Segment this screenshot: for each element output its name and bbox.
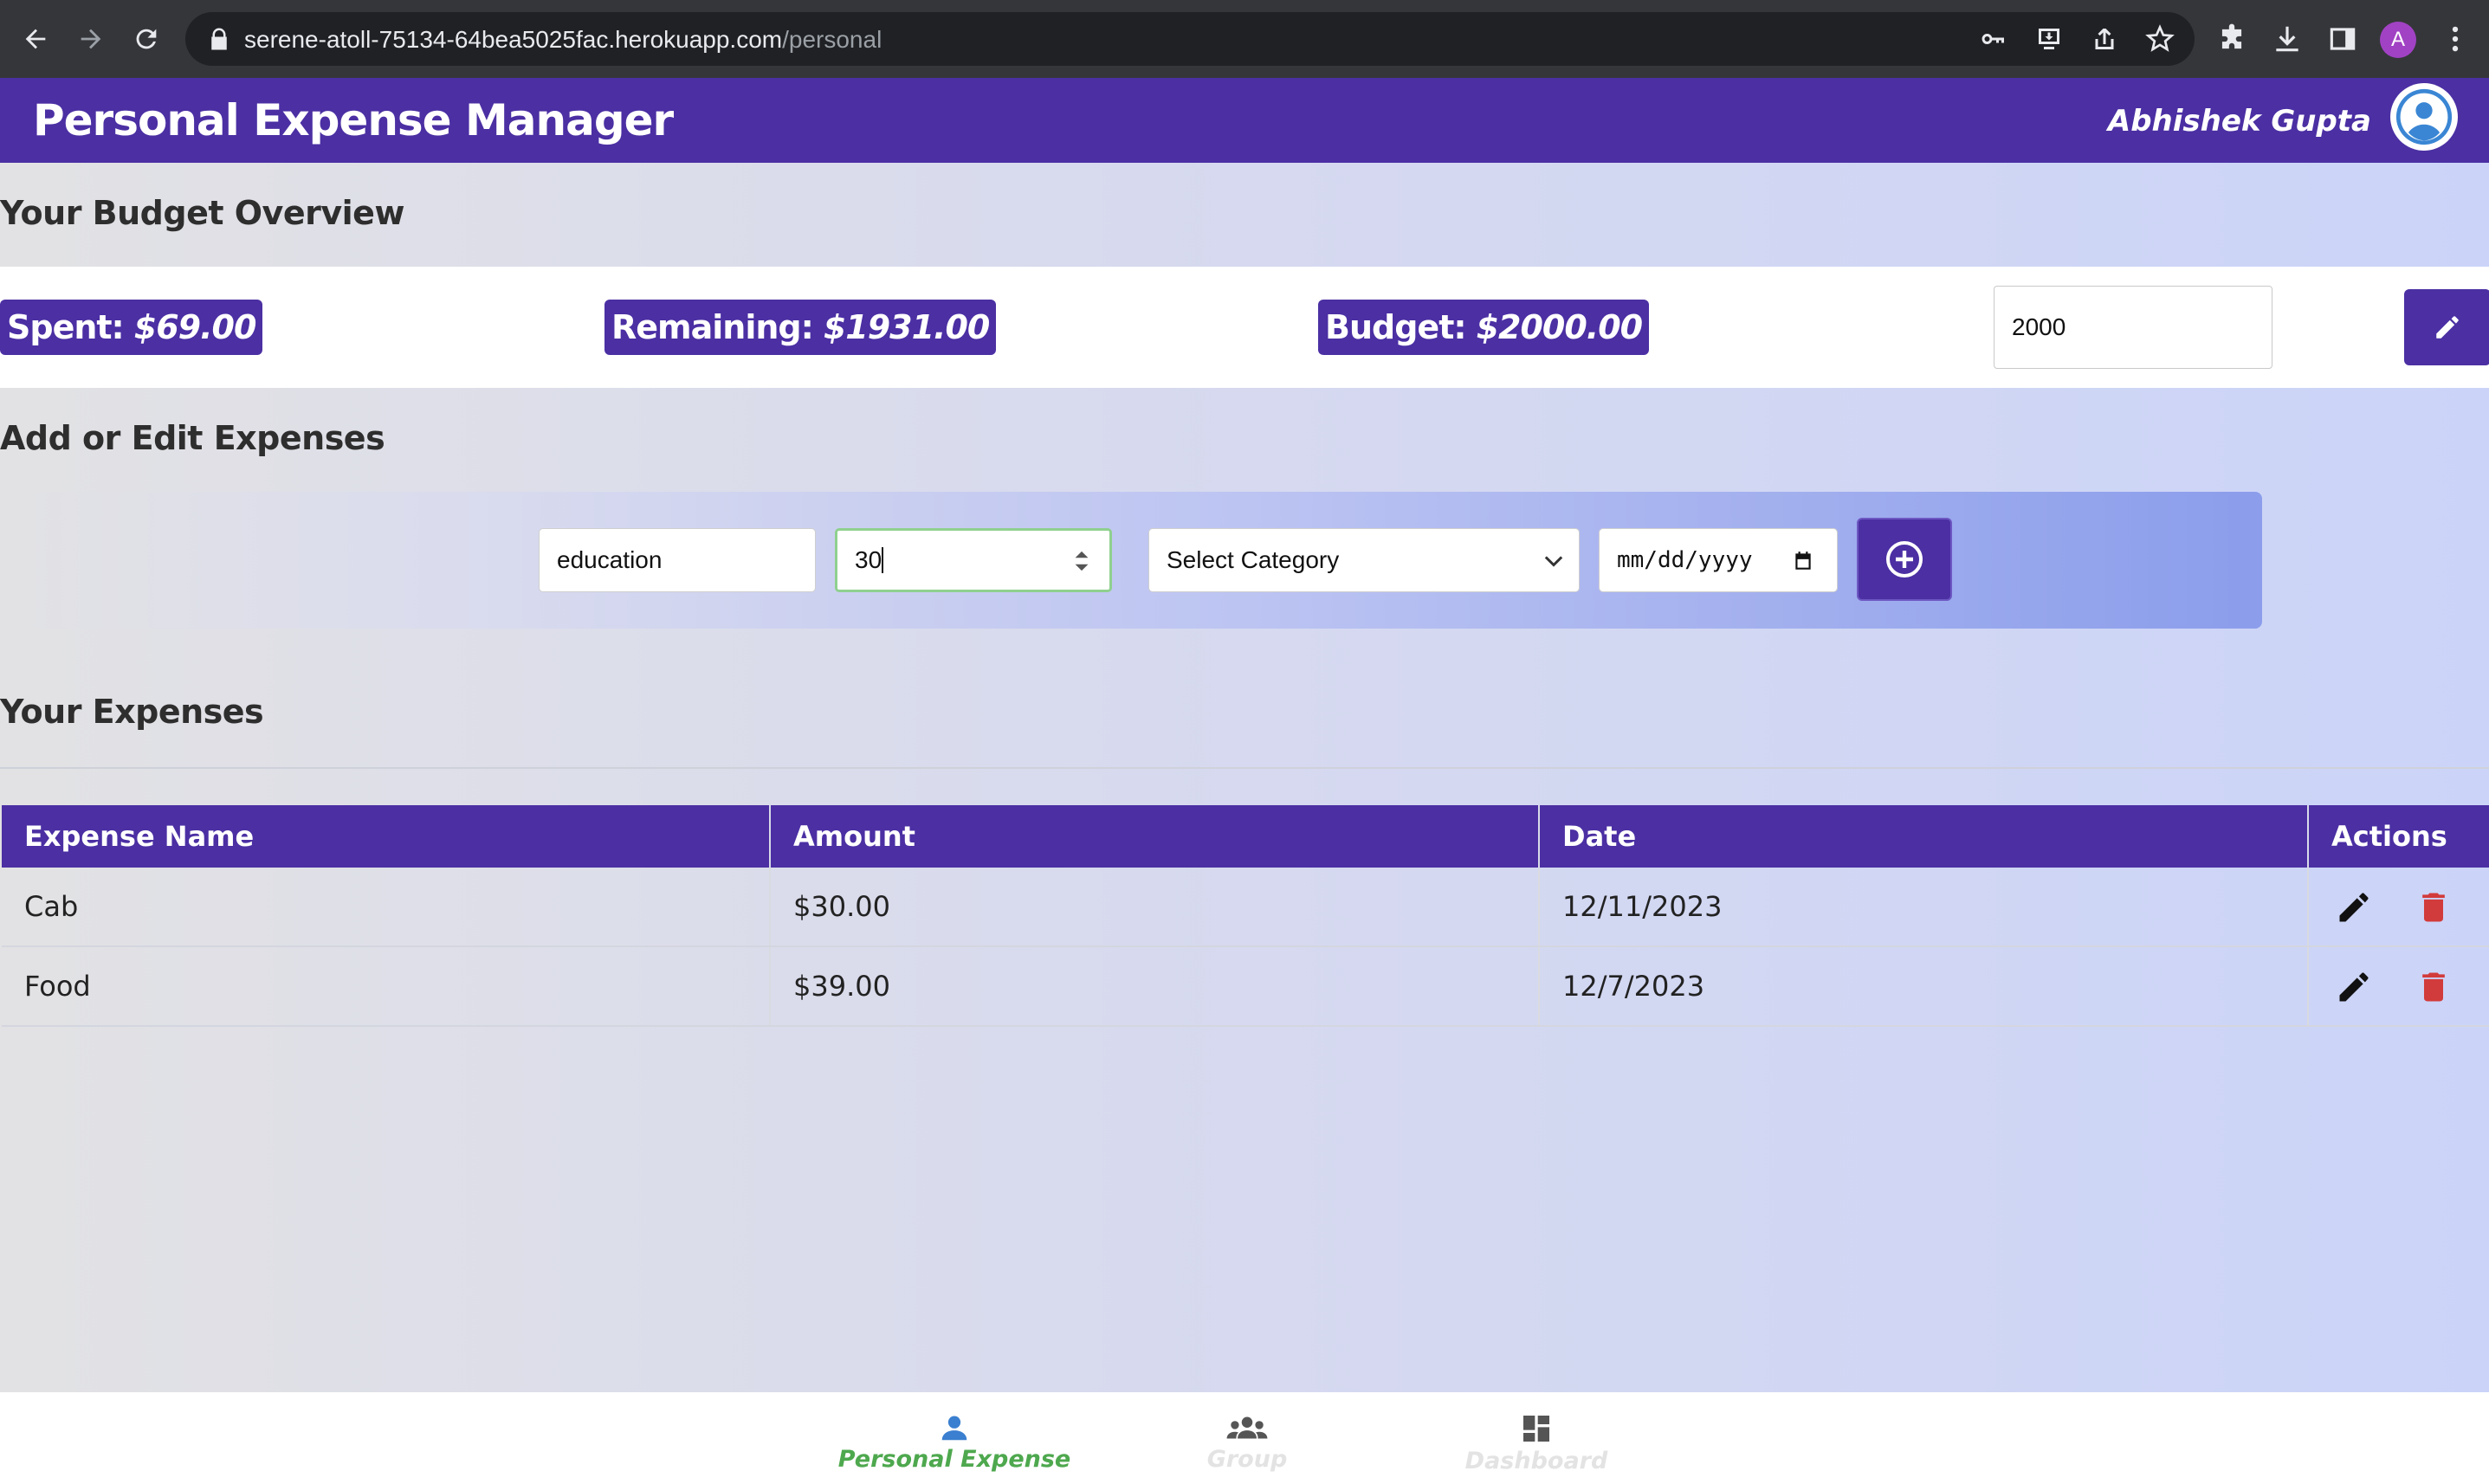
- table-header: Expense Name Amount Date Actions: [2, 805, 2489, 868]
- nav-label: Dashboard: [1464, 1448, 1608, 1474]
- text-cursor: [882, 547, 884, 573]
- nav-label: Personal Expense: [837, 1446, 1071, 1473]
- user-avatar-icon[interactable]: [2390, 83, 2458, 151]
- url-text: serene-atoll-75134-64bea5025fac.herokuap…: [244, 26, 882, 54]
- col-amount: Amount: [771, 805, 1540, 868]
- date-cell: 12/7/2023: [1540, 947, 2309, 1025]
- chevron-down-icon: [1544, 556, 1563, 567]
- category-select[interactable]: Select Category: [1148, 528, 1580, 592]
- app-header: Personal Expense Manager Abhishek Gupta: [0, 78, 2489, 163]
- key-icon[interactable]: [1978, 23, 2009, 55]
- user-name[interactable]: Abhishek Gupta: [2108, 104, 2371, 139]
- address-bar[interactable]: serene-atoll-75134-64bea5025fac.herokuap…: [185, 12, 2195, 66]
- amount-value: 30: [855, 546, 882, 573]
- browser-toolbar: serene-atoll-75134-64bea5025fac.herokuap…: [0, 0, 2489, 78]
- expense-name-input[interactable]: education: [539, 528, 816, 592]
- group-icon: [1226, 1416, 1268, 1439]
- expense-form: education 30 Select Category mm/dd/yyyy: [0, 492, 2262, 629]
- remaining-badge: Remaining: $1931.00: [604, 300, 997, 355]
- trash-icon[interactable]: [2415, 968, 2453, 1006]
- remaining-label: Remaining:: [611, 308, 814, 346]
- amount-cell: $39.00: [771, 947, 1540, 1025]
- edit-budget-button[interactable]: [2404, 289, 2489, 365]
- plus-circle-icon: [1886, 541, 1923, 577]
- star-icon[interactable]: [2144, 23, 2175, 55]
- download-icon[interactable]: [2271, 23, 2304, 55]
- trash-icon[interactable]: [2415, 888, 2453, 926]
- lock-icon: [211, 28, 227, 50]
- person-icon: [941, 1416, 967, 1441]
- reload-icon[interactable]: [126, 19, 166, 59]
- budget-badge: Budget: $2000.00: [1318, 300, 1650, 355]
- form-section-title: Add or Edit Expenses: [0, 419, 385, 457]
- add-expense-button[interactable]: [1857, 518, 1952, 601]
- section-divider: [0, 767, 2489, 769]
- calendar-icon[interactable]: [1792, 550, 1814, 572]
- bottom-nav: Personal Expense Group Dashboard: [0, 1392, 2489, 1484]
- table-row: Food $39.00 12/7/2023: [2, 947, 2489, 1027]
- extensions-icon[interactable]: [2215, 23, 2248, 55]
- actions-cell: [2309, 868, 2489, 945]
- menu-icon[interactable]: [2439, 23, 2472, 55]
- col-date: Date: [1540, 805, 2309, 868]
- forward-icon[interactable]: [71, 19, 111, 59]
- spent-value: $69.00: [133, 308, 257, 346]
- actions-cell: [2309, 947, 2489, 1025]
- budget-value: $2000.00: [1476, 308, 1644, 346]
- dashboard-icon: [1523, 1416, 1549, 1442]
- date-placeholder: mm/dd/yyyy: [1617, 547, 1753, 573]
- nav-dashboard[interactable]: Dashboard: [1441, 1392, 1632, 1484]
- profile-avatar[interactable]: A: [2380, 22, 2416, 58]
- budget-input[interactable]: [1994, 286, 2272, 369]
- table-row: Cab $30.00 12/11/2023: [2, 868, 2489, 947]
- pencil-icon: [2436, 316, 2459, 339]
- nav-label: Group: [1206, 1446, 1288, 1473]
- expenses-section-title: Your Expenses: [0, 693, 264, 731]
- col-actions: Actions: [2331, 820, 2447, 853]
- back-icon[interactable]: [16, 19, 55, 59]
- budget-section-title: Your Budget Overview: [0, 194, 405, 232]
- edit-pencil-icon[interactable]: [2335, 888, 2373, 926]
- nav-group[interactable]: Group: [1152, 1392, 1342, 1484]
- side-panel-icon[interactable]: [2326, 23, 2359, 55]
- nav-personal-expense[interactable]: Personal Expense: [833, 1392, 1076, 1484]
- share-icon[interactable]: [2089, 23, 2120, 55]
- date-input[interactable]: mm/dd/yyyy: [1599, 528, 1838, 592]
- install-icon[interactable]: [2033, 23, 2065, 55]
- edit-pencil-icon[interactable]: [2335, 968, 2373, 1006]
- stepper-icon[interactable]: [1073, 550, 1090, 572]
- expense-name-cell: Food: [2, 947, 771, 1025]
- amount-input[interactable]: 30: [835, 528, 1112, 592]
- category-value: Select Category: [1167, 546, 1340, 573]
- url-path: /personal: [782, 26, 882, 53]
- col-expense-name: Expense Name: [2, 805, 771, 868]
- budget-label: Budget:: [1325, 308, 1467, 346]
- expense-name-cell: Cab: [2, 868, 771, 945]
- amount-cell: $30.00: [771, 868, 1540, 945]
- budget-overview: Spent: $69.00 Remaining: $1931.00 Budget…: [0, 267, 2489, 388]
- spent-label: Spent:: [7, 308, 125, 346]
- app-title: Personal Expense Manager: [33, 95, 674, 145]
- remaining-value: $1931.00: [823, 308, 991, 346]
- date-cell: 12/11/2023: [1540, 868, 2309, 945]
- spent-badge: Spent: $69.00: [0, 300, 263, 355]
- expense-name-value: education: [557, 546, 663, 573]
- url-host: serene-atoll-75134-64bea5025fac.herokuap…: [244, 26, 783, 53]
